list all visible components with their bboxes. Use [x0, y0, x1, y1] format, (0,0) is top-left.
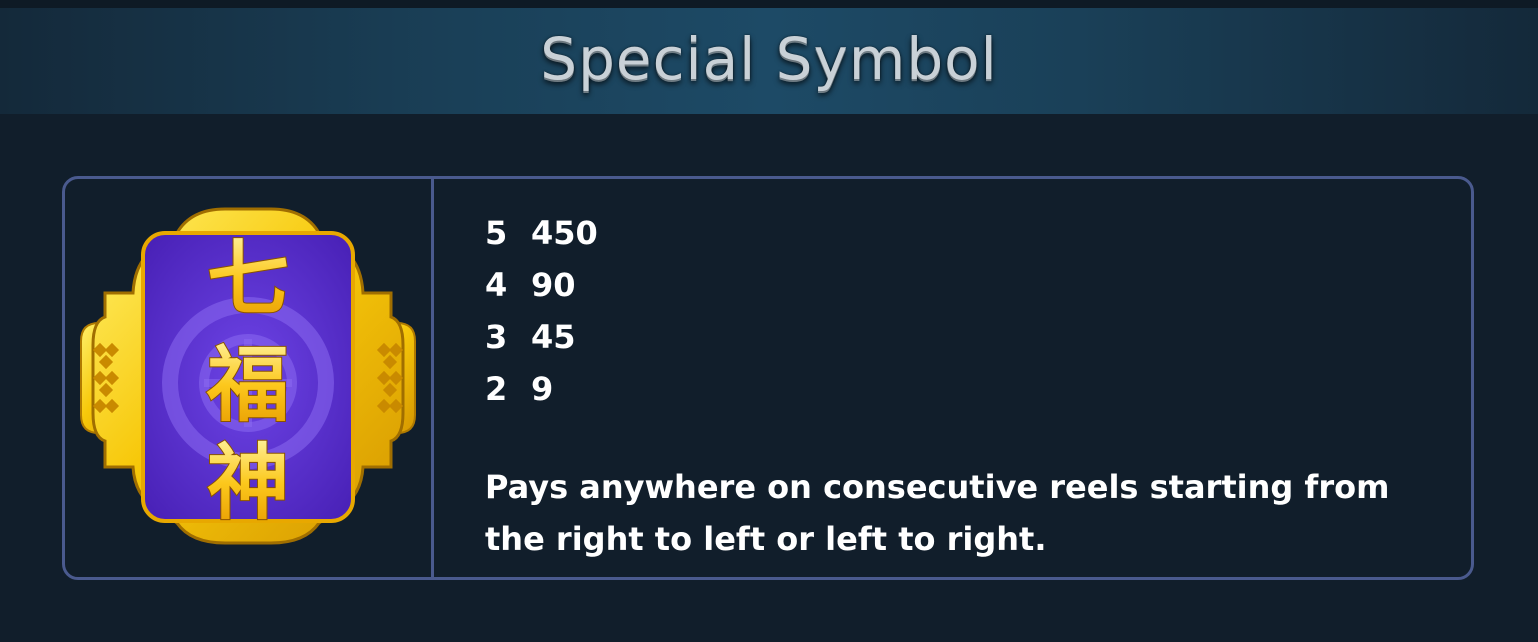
glyph-seven: 七 [207, 231, 289, 327]
payout-value: 450 [531, 214, 598, 252]
paytable-row: 3 45 [485, 311, 598, 363]
match-count: 2 [485, 370, 508, 408]
paytable-row: 5 450 [485, 207, 598, 259]
symbol-description: Pays anywhere on consecutive reels start… [485, 468, 1390, 558]
special-symbol-card: 七 福 神 5 450 4 90 3 45 2 9 Pays anywhere … [62, 176, 1474, 580]
paytable: 5 450 4 90 3 45 2 9 [485, 207, 598, 415]
paytable-row: 2 9 [485, 363, 598, 415]
header-banner: Special Symbol [0, 8, 1538, 114]
match-count: 4 [485, 266, 508, 304]
match-count: 3 [485, 318, 508, 356]
top-strip [0, 0, 1538, 8]
glyph-fortune: 福 [206, 337, 289, 433]
glyph-god: 神 [207, 435, 289, 531]
card-divider [431, 179, 434, 577]
paytable-row: 4 90 [485, 259, 598, 311]
payout-value: 45 [531, 318, 576, 356]
seven-lucky-gods-icon: 七 福 神 [80, 207, 416, 545]
payout-value: 90 [531, 266, 576, 304]
payout-value: 9 [531, 370, 554, 408]
match-count: 5 [485, 214, 508, 252]
page-title: Special Symbol [540, 25, 998, 93]
